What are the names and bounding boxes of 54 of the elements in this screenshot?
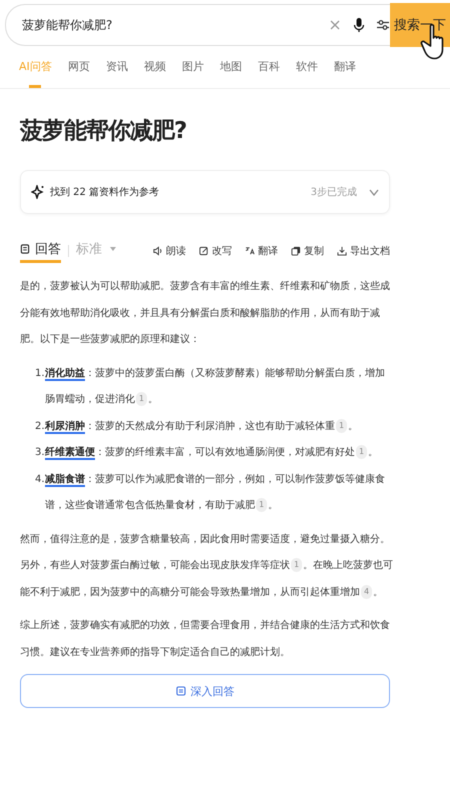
caret-icon (110, 246, 116, 250)
sources-card[interactable]: 找到 22 篇资料作为参考 3步已完成 (20, 170, 390, 214)
list-item-text: 减脂食谱：菠萝可以作为减肥食谱的一部分，例如，可以制作菠萝饭等健康食谱，这些食谱通常包含低热量食材，有助于减肥 1 。 (45, 472, 386, 514)
nav-tab[interactable]: 翻译 (326, 48, 363, 88)
answer-tab[interactable]: 回答 (20, 240, 61, 262)
nav-tab[interactable]: 软件 (288, 48, 325, 88)
list-number: 2. (35, 420, 45, 434)
action-button[interactable]: 翻译 (245, 244, 278, 258)
download-icon (337, 246, 347, 256)
list-item-text: 消化助益：菠萝中的菠萝蛋白酶（又称菠萝酵素）能够帮助分解蛋白质，增加肠胃蠕动，促进消化 1 。 (45, 366, 386, 408)
nav-tab[interactable]: 地图 (212, 48, 249, 88)
citation-badge[interactable]: 1 (336, 418, 348, 432)
answer-paragraph: 是的，菠萝被认为可以帮助减肥。菠萝含有丰富的维生素、纤维素和矿物质，这些成分能有效地帮助消化吸收，并且具有分解蛋白质和酸解脂肪的作用，从而有助于减肥。以下是一些菠萝减肥的原理和建议： (20, 280, 391, 347)
translate-icon (245, 246, 255, 256)
term-link[interactable]: 减脂食谱 (45, 474, 85, 486)
nav-tab[interactable]: 网页 (60, 48, 97, 88)
document-icon (20, 244, 30, 254)
list-number: 3. (35, 447, 45, 460)
term-link[interactable]: 纤维素通便 (45, 447, 95, 460)
microphone-icon[interactable] (352, 17, 366, 33)
deep-answer-button[interactable]: 深入回答 (20, 674, 390, 708)
citation-badge[interactable]: 1 (136, 392, 148, 406)
page-title: 菠萝能帮你减肥? (20, 117, 188, 146)
citation-badge[interactable]: 1 (256, 498, 268, 512)
action-button[interactable]: 导出文档 (337, 244, 390, 258)
citation-badge[interactable]: 1 (291, 558, 302, 572)
term-link[interactable]: 消化助益 (45, 368, 85, 380)
action-button[interactable]: 改写 (199, 244, 232, 258)
copy-icon (291, 246, 301, 256)
nav-tab[interactable]: 百科 (250, 48, 287, 88)
list-item-text: 利尿消肿：菠萝的天然成分有助于利尿消肿，这也有助于减轻体重 1 。 (45, 418, 360, 436)
search-bar[interactable]: 菠萝能帮你减肥? (5, 4, 390, 46)
nav-tab[interactable]: 图片 (174, 48, 211, 88)
nav-tab[interactable]: 视频 (136, 48, 173, 88)
term-link[interactable]: 利尿消肿 (45, 420, 85, 434)
citation-badge[interactable]: 4 (361, 584, 372, 598)
answer-paragraph: 然而，值得注意的是，菠萝含糖量较高，因此食用时需要适度，避免过量摄入糖分。另外，有些人对菠萝蛋白酶过敏，可能会出现皮肤发痒等症状 1 。在晚上吃菠萝也可能不利于减肥，因为菠萝中的高糖分可能会导致热量增加，从而引起体重增加 4 。 (20, 532, 394, 600)
filter-icon[interactable] (376, 17, 390, 33)
citation-badge[interactable]: 1 (356, 445, 368, 459)
list-item-text: 纤维素通便：菠萝的纤维素丰富，可以有效地通肠润便，对减肥有好处 1 。 (45, 444, 380, 462)
sources-text: 找到 22 篇资料作为参考 (50, 186, 160, 199)
speaker-icon (153, 246, 163, 256)
sparkle-icon (31, 185, 44, 199)
steps-status: 3步已完成 (310, 186, 357, 199)
search-button[interactable]: 搜索一下 (390, 3, 450, 47)
list-number: 1. (35, 366, 45, 380)
action-button[interactable]: 朗读 (153, 244, 186, 258)
answer-paragraph: 综上所述，菠萝确实有减肥的功效，但需要合理食用，并结合健康的生活方式和饮食习惯。建议在专业营养师的指导下制定适合自己的减肥计划。 (20, 618, 391, 660)
document-icon (176, 686, 186, 696)
list-number: 4. (35, 472, 45, 486)
action-button[interactable]: 复制 (291, 244, 324, 258)
nav-tab[interactable]: 资讯 (98, 48, 135, 88)
search-field[interactable]: 菠萝能帮你减肥? (20, 17, 318, 33)
edit-icon (199, 246, 209, 256)
